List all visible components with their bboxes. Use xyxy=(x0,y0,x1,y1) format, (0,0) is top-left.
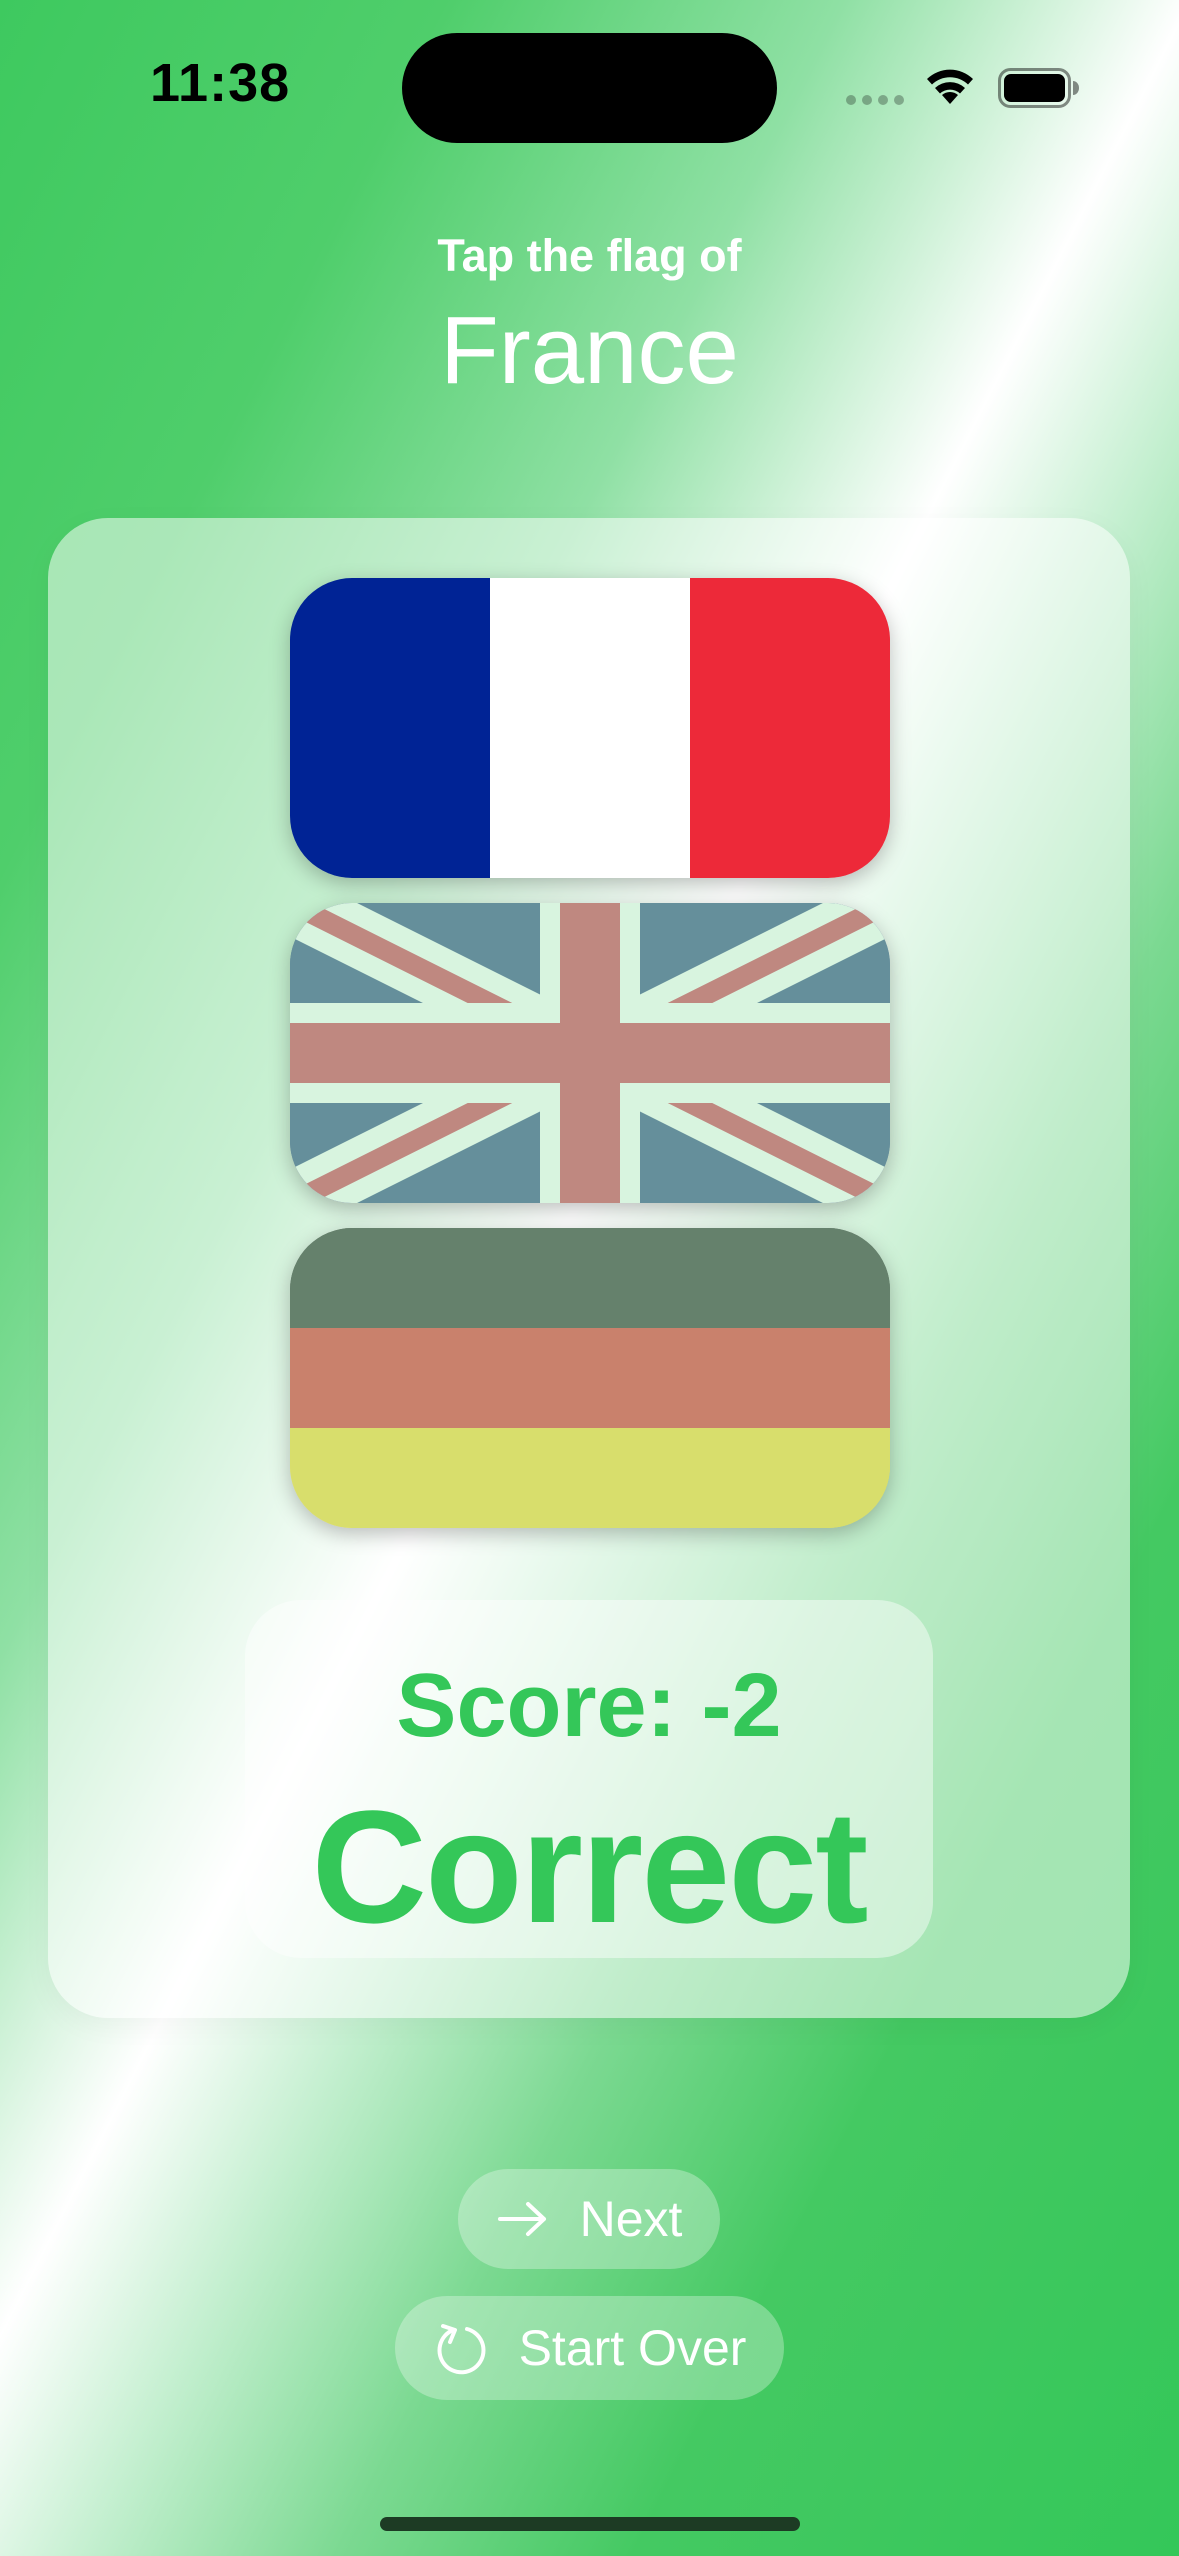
uk-flag[interactable] xyxy=(290,903,890,1203)
next-button-label: Next xyxy=(579,2191,683,2247)
next-button[interactable]: Next xyxy=(458,2169,720,2269)
cellular-signal-icon xyxy=(846,95,904,105)
arrow-right-icon xyxy=(497,2202,546,2236)
status-time: 11:38 xyxy=(150,53,291,113)
wifi-icon xyxy=(927,69,973,104)
prompt-instruction: Tap the flag of xyxy=(437,230,742,281)
france-flag[interactable] xyxy=(290,578,890,878)
target-country: France xyxy=(440,297,739,404)
battery-icon xyxy=(998,68,1079,108)
status-bar: 11:38 xyxy=(0,0,1179,170)
germany-flag[interactable] xyxy=(290,1228,890,1528)
dynamic-island xyxy=(402,33,777,143)
start-over-button-label: Start Over xyxy=(518,2320,747,2376)
restart-icon xyxy=(437,2324,485,2375)
home-indicator[interactable] xyxy=(380,2517,800,2531)
result-status: Correct xyxy=(311,1777,868,1956)
score-label: Score: -2 xyxy=(396,1656,782,1756)
start-over-button[interactable]: Start Over xyxy=(395,2296,784,2400)
